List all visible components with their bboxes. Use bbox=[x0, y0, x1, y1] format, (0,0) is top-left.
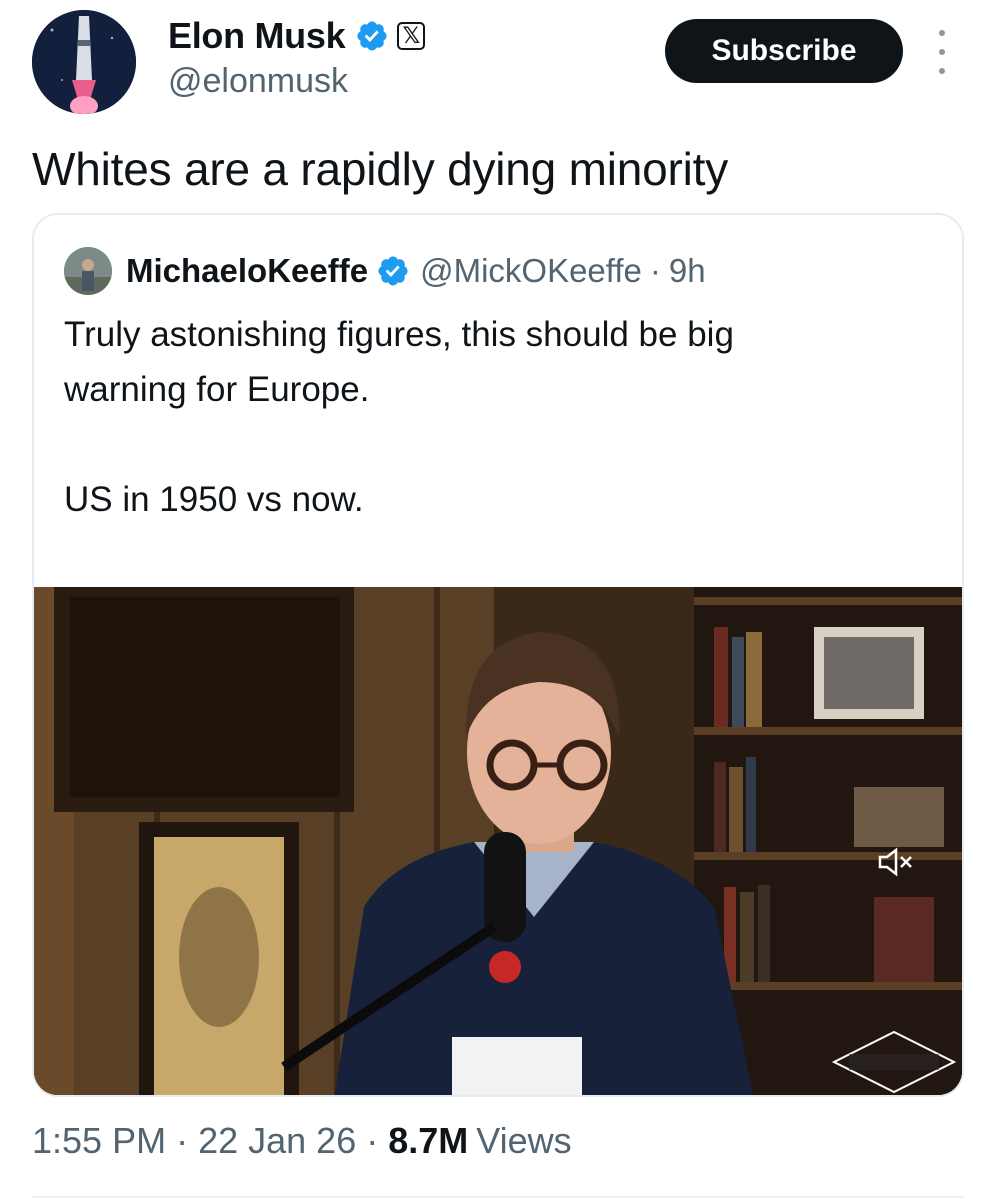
author-handle[interactable]: @elonmusk bbox=[168, 62, 348, 101]
divider bbox=[32, 1196, 964, 1198]
tweet-meta: 1:55 PM · 22 Jan 26 · 8.7M Views bbox=[32, 1120, 572, 1162]
views-label[interactable]: Views bbox=[476, 1120, 571, 1162]
author-name-row: Elon Musk 𝕏 bbox=[168, 14, 426, 58]
subscribe-button[interactable]: Subscribe bbox=[665, 19, 903, 83]
quoted-tweet-time[interactable]: 9h bbox=[669, 252, 706, 290]
speaker-muted-icon bbox=[878, 847, 912, 877]
views-count[interactable]: 8.7M bbox=[388, 1120, 468, 1162]
quoted-tweet-card[interactable]: MichaeloKeeffe @MickOKeeffe · 9h Truly a… bbox=[32, 213, 964, 1097]
verified-badge-icon bbox=[378, 256, 408, 286]
verified-badge-icon bbox=[357, 21, 387, 51]
mute-toggle[interactable] bbox=[870, 840, 922, 884]
separator-dot: · bbox=[649, 252, 661, 289]
author-name[interactable]: Elon Musk bbox=[168, 15, 346, 57]
quoted-author-handle[interactable]: @MickOKeeffe bbox=[420, 252, 642, 290]
video-frame-image bbox=[34, 587, 962, 1095]
tweet-date[interactable]: 22 Jan 26 bbox=[198, 1120, 356, 1162]
rocket-avatar-image bbox=[32, 10, 136, 114]
tweet-time[interactable]: 1:55 PM bbox=[32, 1120, 166, 1162]
quoted-tweet-text: Truly astonishing figures, this should b… bbox=[64, 315, 734, 519]
author-avatar[interactable] bbox=[32, 10, 136, 114]
video-player[interactable] bbox=[34, 587, 962, 1095]
separator-dot: · bbox=[176, 1120, 189, 1161]
quoted-author-name[interactable]: MichaeloKeeffe bbox=[126, 252, 368, 290]
separator-dot: · bbox=[366, 1120, 379, 1161]
person-avatar-image bbox=[64, 247, 112, 295]
quoted-tweet-header: MichaeloKeeffe @MickOKeeffe · 9h bbox=[126, 247, 706, 295]
tweet-text: Whites are a rapidly dying minority bbox=[32, 143, 729, 195]
quoted-author-avatar[interactable] bbox=[64, 247, 112, 295]
x-logo-badge-icon: 𝕏 bbox=[397, 22, 426, 50]
more-options-icon[interactable] bbox=[928, 30, 956, 74]
